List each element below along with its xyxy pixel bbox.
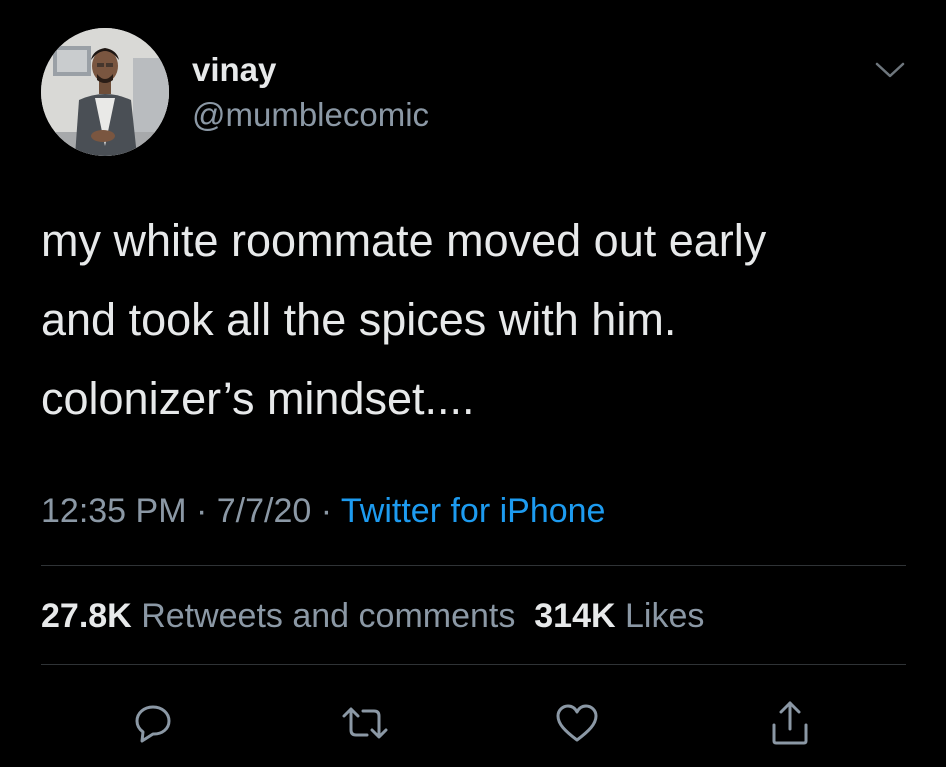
likes-label: Likes: [625, 597, 705, 635]
retweet-icon: [342, 707, 388, 739]
tweet-text-line: my white roommate moved out early: [41, 215, 767, 266]
share-button[interactable]: [762, 695, 818, 751]
profile-photo-icon: [41, 28, 169, 156]
tweet-text-line: colonizer’s mindset....: [41, 373, 475, 424]
avatar[interactable]: [41, 28, 169, 156]
author-display-name[interactable]: vinay: [192, 50, 276, 90]
tweet-source-link[interactable]: Twitter for iPhone: [341, 492, 606, 530]
reply-button[interactable]: [125, 695, 181, 751]
tweet-date[interactable]: 7/7/20: [217, 492, 312, 530]
meta-separator: ·: [311, 492, 341, 530]
tweet-meta: 12:35 PM · 7/7/20 · Twitter for iPhone: [41, 489, 605, 533]
tweet-time[interactable]: 12:35 PM: [41, 492, 187, 530]
tweet-text-line: and took all the spices with him.: [41, 294, 677, 345]
like-button[interactable]: [549, 695, 605, 751]
divider: [41, 664, 906, 665]
retweets-label: Retweets and comments: [141, 597, 516, 635]
divider: [41, 565, 906, 566]
chevron-down-icon[interactable]: [872, 56, 908, 84]
share-icon: [772, 701, 808, 745]
likes-stat[interactable]: 314K Likes: [534, 597, 704, 635]
heart-icon: [556, 704, 598, 742]
meta-separator: ·: [186, 492, 217, 530]
reply-icon: [135, 705, 171, 743]
retweets-count: 27.8K: [41, 597, 132, 635]
tweet-stats: 27.8K Retweets and comments 314K Likes: [41, 594, 704, 638]
retweets-stat[interactable]: 27.8K Retweets and comments: [41, 597, 515, 635]
retweet-button[interactable]: [337, 695, 393, 751]
likes-count: 314K: [534, 597, 616, 635]
author-handle[interactable]: @mumblecomic: [192, 95, 429, 135]
tweet-text: my white roommate moved out early and to…: [41, 201, 921, 438]
